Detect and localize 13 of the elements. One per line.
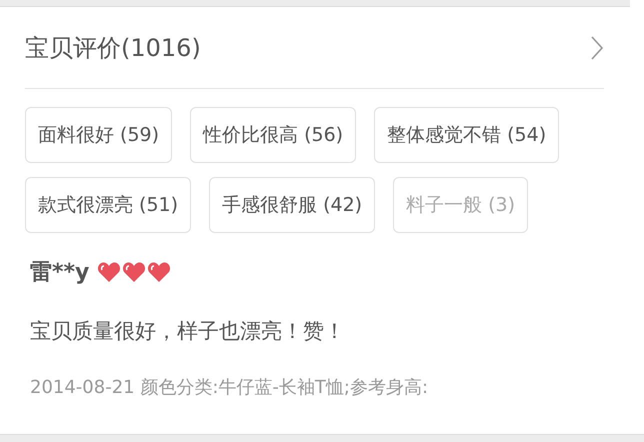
review-meta: 2014-08-21 颜色分类:牛仔蓝-长袖T恤;参考身高:: [30, 376, 430, 399]
chevron-right-icon[interactable]: [590, 34, 604, 60]
review-tag[interactable]: 性价比很高 (56): [190, 107, 356, 163]
review-tag[interactable]: 整体感觉不错 (54): [374, 107, 560, 163]
review-tag[interactable]: 面料很好 (59): [25, 107, 172, 163]
review-tag[interactable]: 款式很漂亮 (51): [25, 177, 192, 233]
heart-icon: [97, 261, 122, 283]
section-title: 宝贝评价(1016): [25, 32, 201, 64]
review-tag[interactable]: 手感很舒服 (42): [209, 177, 376, 233]
reviewer-name: 雷**y: [30, 259, 90, 287]
heart-icon: [147, 261, 172, 283]
heart-icon: [122, 261, 146, 283]
review-text: 宝贝质量很好，样子也漂亮！赞！: [30, 318, 346, 345]
